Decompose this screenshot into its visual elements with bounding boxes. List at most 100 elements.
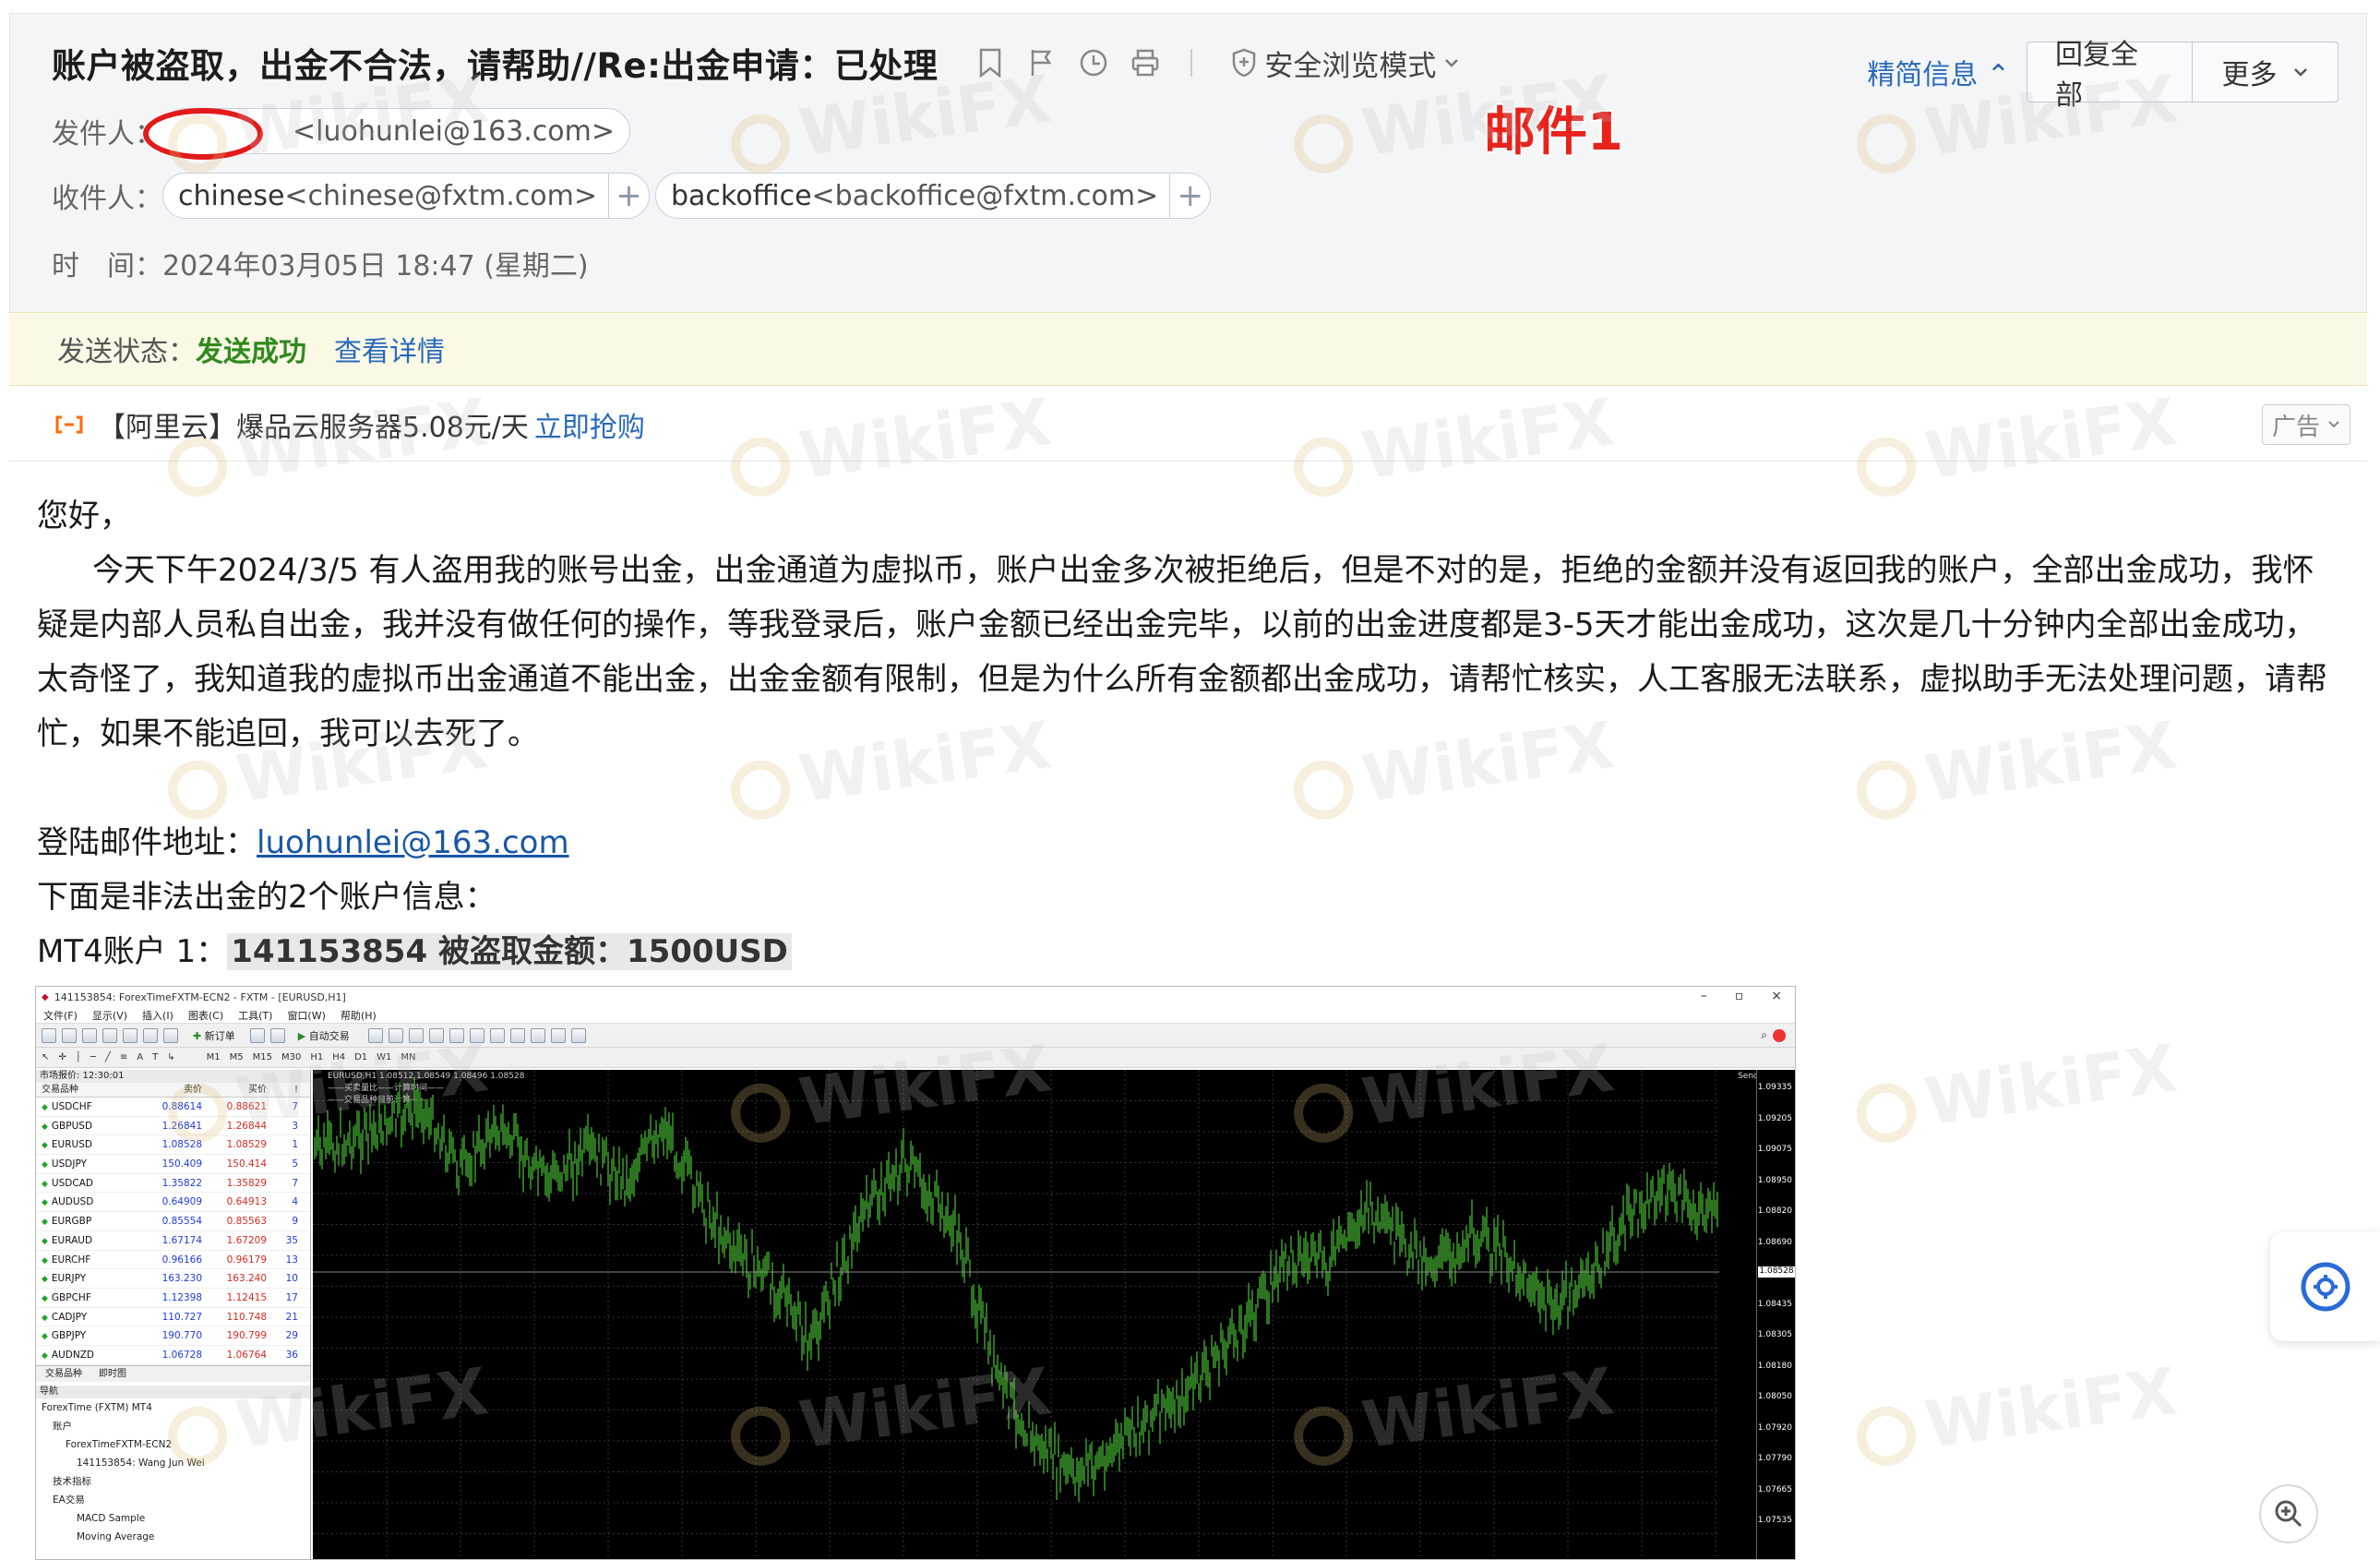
assistant-widget[interactable]: [2270, 1232, 2380, 1341]
trendline-icon[interactable]: ╱: [105, 1052, 111, 1062]
recipient-pill-2[interactable]: backoffice <backoffice@fxtm.com> +: [655, 173, 1212, 219]
mt4-menu-item[interactable]: 插入(I): [142, 1008, 173, 1023]
quote-row[interactable]: GBPJPY 190.770 190.799 29: [36, 1326, 310, 1346]
timeframe-button[interactable]: D1: [351, 1052, 371, 1062]
navigator-item[interactable]: 141153854: Wang Jun Wei: [36, 1454, 310, 1472]
data-window-icon[interactable]: [102, 1027, 117, 1043]
hline-icon[interactable]: ─: [90, 1052, 96, 1062]
quote-row[interactable]: AUDNZD 1.06728 1.06764 36: [36, 1346, 310, 1365]
simple-info-toggle[interactable]: 精简信息 ⌃: [1867, 52, 2010, 92]
view-details-link[interactable]: 查看详情: [334, 329, 445, 369]
timeframe-button[interactable]: M15: [249, 1052, 276, 1062]
navigator-item[interactable]: EA交易: [36, 1491, 310, 1509]
templates-icon[interactable]: [570, 1027, 586, 1043]
timeframe-button[interactable]: H1: [306, 1052, 327, 1062]
quote-row[interactable]: EURJPY 163.230 163.240 10: [36, 1269, 310, 1289]
channel-icon[interactable]: ≡: [120, 1052, 127, 1062]
tab-symbols[interactable]: 交易品种: [45, 1366, 82, 1382]
alert-icon[interactable]: [1773, 1028, 1786, 1042]
cursor-icon[interactable]: ↖: [42, 1052, 49, 1062]
to-row: 收件人： chinese <chinese@fxtm.com> + backof…: [52, 173, 1212, 219]
eurusd-h1-chart[interactable]: EURUSD,H1 1.08512 1.08549 1.08496 1.0852…: [313, 1070, 1795, 1559]
tester-icon[interactable]: [163, 1027, 178, 1043]
navigator-icon[interactable]: [123, 1027, 138, 1043]
print-icon[interactable]: [1130, 47, 1161, 78]
auto-trade-button[interactable]: ▶ 自动交易: [298, 1028, 350, 1043]
arrows-icon[interactable]: ↳: [167, 1052, 174, 1062]
metaeditor-icon[interactable]: [249, 1027, 265, 1043]
bar-chart-icon[interactable]: [367, 1027, 383, 1043]
label-icon[interactable]: T: [152, 1052, 158, 1062]
timeframe-button[interactable]: M1: [203, 1052, 224, 1062]
restore-icon[interactable]: ▫: [1735, 989, 1744, 1003]
ad-buy-link[interactable]: 立即抢购: [534, 404, 645, 445]
navigator-item[interactable]: 技术指标: [36, 1472, 310, 1491]
zoom-out-icon[interactable]: [448, 1027, 464, 1043]
close-icon[interactable]: ×: [1771, 989, 1782, 1003]
navigator-item[interactable]: 账户: [36, 1417, 310, 1435]
login-email-link[interactable]: luohunlei@163.com: [257, 824, 569, 861]
quote-row[interactable]: AUDUSD 0.64909 0.64913 4: [36, 1193, 310, 1213]
flag-icon[interactable]: [1026, 47, 1058, 78]
navigator-item[interactable]: ForexTimeFXTM-ECN2: [36, 1435, 310, 1454]
bookmark-icon[interactable]: [975, 47, 1006, 78]
timeframe-button[interactable]: M30: [278, 1052, 305, 1062]
clock-icon[interactable]: [1078, 47, 1109, 78]
timeframe-button[interactable]: M5: [226, 1052, 247, 1062]
mt4-menu-item[interactable]: 帮助(H): [341, 1008, 377, 1023]
double-chevron-up-icon: ⌃: [1986, 59, 2010, 91]
mt4-menu-item[interactable]: 工具(T): [238, 1008, 272, 1023]
periods-icon[interactable]: [550, 1027, 566, 1043]
recipient-pill-1[interactable]: chinese <chinese@fxtm.com> +: [162, 173, 650, 219]
chart-shift-icon[interactable]: [509, 1027, 525, 1043]
quote-row[interactable]: USDJPY 150.409 150.414 5: [36, 1155, 310, 1174]
quote-row[interactable]: CADJPY 110.727 110.748 21: [36, 1308, 310, 1327]
navigator-item[interactable]: ForexTime (FXTM) MT4: [36, 1398, 310, 1417]
ad-menu-button[interactable]: 广告: [2262, 404, 2350, 445]
line-chart-icon[interactable]: [408, 1027, 424, 1043]
reply-all-button[interactable]: 回复全部: [2027, 39, 2193, 112]
timeframe-button[interactable]: W1: [373, 1052, 395, 1062]
navigator-item[interactable]: MACD Sample: [36, 1509, 310, 1528]
mt4-menu-item[interactable]: 显示(V): [92, 1008, 127, 1023]
zoom-in-icon[interactable]: [428, 1027, 444, 1043]
terminal-icon[interactable]: [143, 1027, 158, 1043]
safe-mode-toggle[interactable]: 安全浏览模式: [1231, 42, 1460, 84]
text-icon[interactable]: A: [137, 1052, 143, 1062]
quote-row[interactable]: EURGBP 0.85554 0.85563 9: [36, 1212, 310, 1231]
mt4-menu-item[interactable]: 图表(C): [188, 1008, 223, 1023]
timeframe-button[interactable]: MN: [397, 1052, 419, 1062]
profiles-icon[interactable]: [62, 1027, 77, 1043]
candle-chart-icon[interactable]: [388, 1027, 403, 1043]
search-icon[interactable]: ⌕: [1761, 1028, 1767, 1042]
quote-row[interactable]: USDCHF 0.88614 0.88621 7: [36, 1098, 310, 1117]
vline-icon[interactable]: │: [76, 1052, 81, 1062]
zoom-image-button[interactable]: [2259, 1484, 2318, 1543]
tile-windows-icon[interactable]: [469, 1027, 484, 1043]
indicators-icon[interactable]: [530, 1027, 545, 1043]
quote-row[interactable]: EURAUD 1.67174 1.67209 35: [36, 1231, 310, 1251]
quote-row[interactable]: GBPCHF 1.12398 1.12415 17: [36, 1289, 310, 1308]
new-order-button[interactable]: ✚ 新订单: [193, 1028, 235, 1043]
new-chart-icon[interactable]: [42, 1027, 56, 1043]
mt4-menu-item[interactable]: 文件(F): [43, 1008, 78, 1023]
crosshair-icon[interactable]: ✛: [58, 1052, 66, 1062]
add-contact-icon[interactable]: +: [608, 173, 649, 219]
quote-row[interactable]: USDCAD 1.35822 1.35829 7: [36, 1174, 310, 1194]
tab-tick-chart[interactable]: 即时图: [99, 1366, 126, 1382]
navigator-item[interactable]: Moving Average: [36, 1528, 310, 1546]
mt4-screenshot[interactable]: ◆ 141153854: ForexTimeFXTM-ECN2 - FXTM -…: [35, 986, 1796, 1560]
quote-row[interactable]: EURCHF 0.96166 0.96179 13: [36, 1251, 310, 1270]
autoscroll-icon[interactable]: [489, 1027, 505, 1043]
to-label: 收件人：: [52, 183, 162, 215]
mt4-menu-item[interactable]: 窗口(W): [287, 1008, 325, 1023]
minimize-icon[interactable]: –: [1701, 989, 1707, 1003]
market-watch-icon[interactable]: [82, 1027, 97, 1043]
timeframe-button[interactable]: H4: [329, 1052, 349, 1062]
quote-row[interactable]: GBPUSD 1.26841 1.26844 3: [36, 1117, 310, 1136]
more-button[interactable]: 更多: [2193, 42, 2338, 102]
quote-row[interactable]: EURUSD 1.08528 1.08529 1: [36, 1135, 310, 1156]
email-subject: 账户被盗取，出金不合法，请帮助//Re:出金申请：已处理: [52, 46, 939, 86]
options-icon[interactable]: [269, 1027, 285, 1043]
add-contact-icon[interactable]: +: [1169, 173, 1210, 219]
